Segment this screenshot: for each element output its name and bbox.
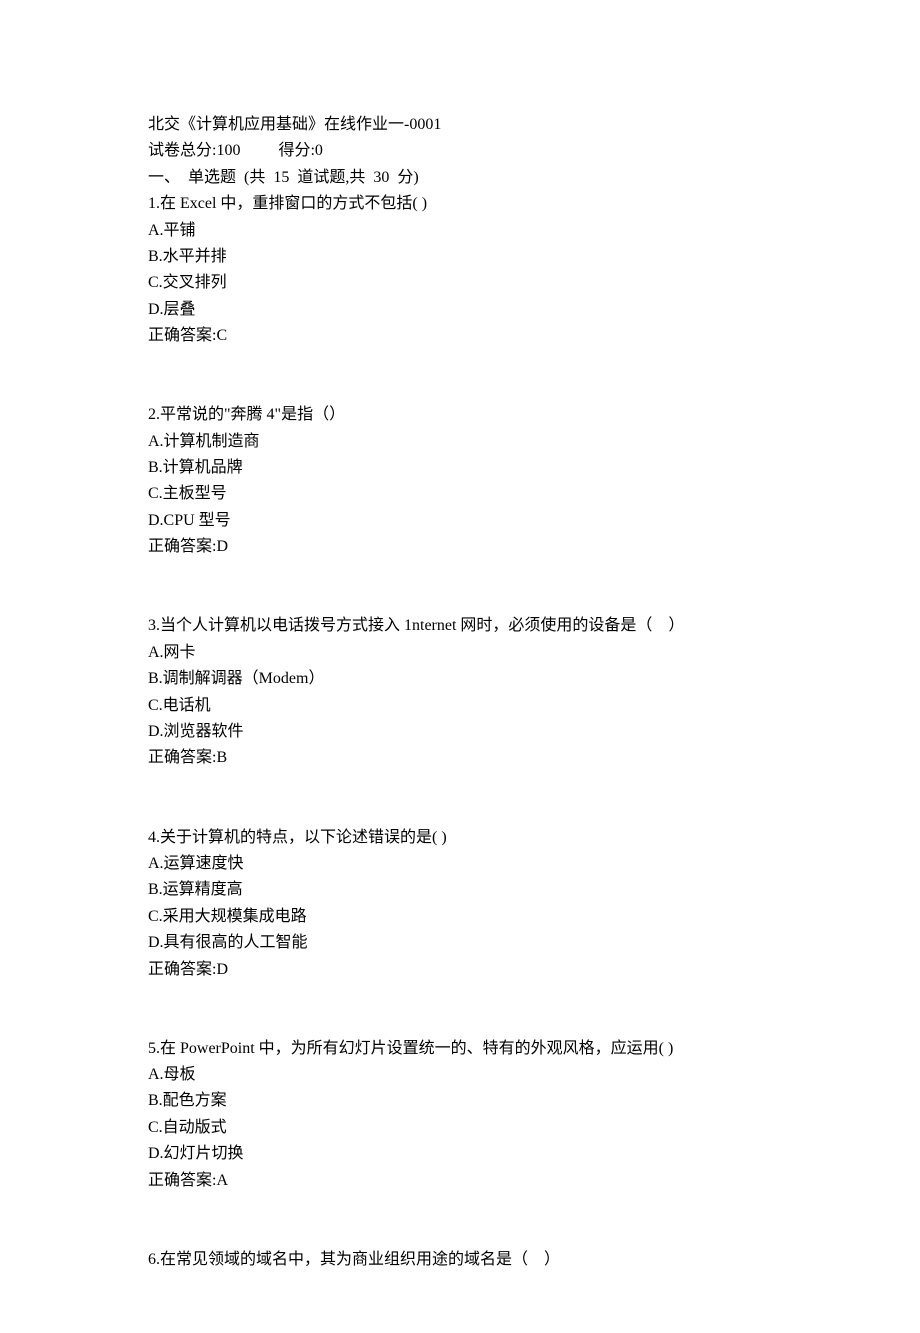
option-c: C.电话机 bbox=[148, 693, 772, 719]
option-a: A.母板 bbox=[148, 1062, 772, 1088]
blank-line bbox=[148, 561, 772, 587]
option-b: B.计算机品牌 bbox=[148, 455, 772, 481]
option-d: D.幻灯片切换 bbox=[148, 1141, 772, 1167]
option-c: C.采用大规模集成电路 bbox=[148, 904, 772, 930]
option-b: B.配色方案 bbox=[148, 1088, 772, 1114]
question-text: 2.平常说的"奔腾 4"是指（） bbox=[148, 402, 772, 428]
option-a: A.计算机制造商 bbox=[148, 429, 772, 455]
option-c: C.主板型号 bbox=[148, 481, 772, 507]
blank-line bbox=[148, 1194, 772, 1220]
question-text: 1.在 Excel 中，重排窗口的方式不包括( ) bbox=[148, 191, 772, 217]
option-d: D.CPU 型号 bbox=[148, 508, 772, 534]
score-value: 0 bbox=[315, 142, 323, 159]
option-a: A.网卡 bbox=[148, 640, 772, 666]
total-label: 试卷总分: bbox=[148, 142, 216, 159]
blank-line bbox=[148, 350, 772, 376]
score-line: 试卷总分:100 得分:0 bbox=[148, 138, 772, 164]
exam-title: 北交《计算机应用基础》在线作业一-0001 bbox=[148, 112, 772, 138]
blank-line bbox=[148, 798, 772, 824]
option-a: A.平铺 bbox=[148, 218, 772, 244]
option-b: B.水平并排 bbox=[148, 244, 772, 270]
blank-line bbox=[148, 587, 772, 613]
blank-line bbox=[148, 983, 772, 1009]
question-text: 4.关于计算机的特点，以下论述错误的是( ) bbox=[148, 825, 772, 851]
option-c: C.交叉排列 bbox=[148, 270, 772, 296]
answer-text: 正确答案:B bbox=[148, 745, 772, 771]
option-d: D.具有很高的人工智能 bbox=[148, 930, 772, 956]
answer-text: 正确答案:D bbox=[148, 957, 772, 983]
option-b: B.调制解调器（Modem） bbox=[148, 666, 772, 692]
question-text: 6.在常见领域的域名中，其为商业组织用途的域名是（ ） bbox=[148, 1247, 772, 1273]
answer-text: 正确答案:C bbox=[148, 323, 772, 349]
section-heading: 一、 单选题 (共 15 道试题,共 30 分) bbox=[148, 165, 772, 191]
option-c: C.自动版式 bbox=[148, 1115, 772, 1141]
question-text: 3.当个人计算机以电话拨号方式接入 1nternet 网时，必须使用的设备是（ … bbox=[148, 613, 772, 639]
blank-line bbox=[148, 1009, 772, 1035]
answer-text: 正确答案:D bbox=[148, 534, 772, 560]
score-label: 得分: bbox=[278, 142, 314, 159]
answer-text: 正确答案:A bbox=[148, 1168, 772, 1194]
option-a: A.运算速度快 bbox=[148, 851, 772, 877]
blank-line bbox=[148, 1220, 772, 1246]
blank-line bbox=[148, 376, 772, 402]
option-b: B.运算精度高 bbox=[148, 877, 772, 903]
option-d: D.浏览器软件 bbox=[148, 719, 772, 745]
document-page: 北交《计算机应用基础》在线作业一-0001 试卷总分:100 得分:0 一、 单选… bbox=[0, 0, 920, 1333]
question-text: 5.在 PowerPoint 中，为所有幻灯片设置统一的、特有的外观风格，应运用… bbox=[148, 1036, 772, 1062]
total-value: 100 bbox=[216, 142, 240, 159]
blank-line bbox=[148, 772, 772, 798]
option-d: D.层叠 bbox=[148, 297, 772, 323]
